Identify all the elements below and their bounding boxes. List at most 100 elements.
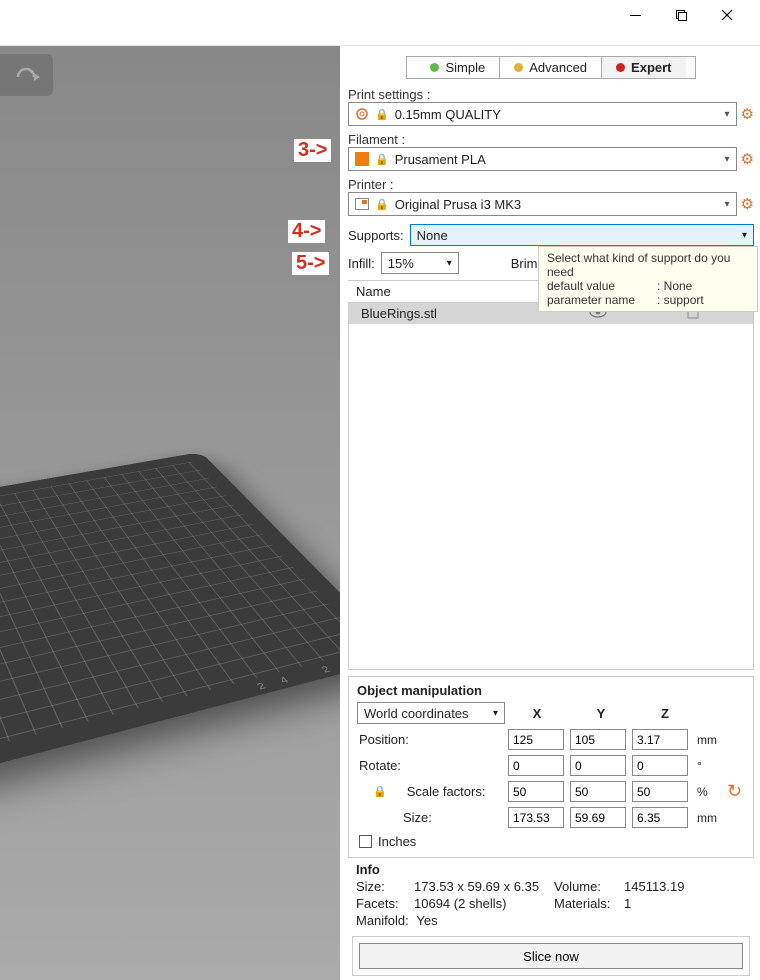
scale-z-input[interactable] bbox=[632, 781, 688, 802]
rotate-z-input[interactable] bbox=[632, 755, 688, 776]
tooltip-default-value: : None bbox=[657, 279, 692, 293]
scale-y-input[interactable] bbox=[570, 781, 626, 802]
close-button[interactable] bbox=[704, 0, 750, 30]
position-unit: mm bbox=[691, 733, 721, 747]
size-y-input[interactable] bbox=[570, 807, 626, 828]
printer-icon bbox=[355, 198, 369, 210]
lock-icon[interactable]: 🔒 bbox=[373, 785, 387, 798]
info-volume-label: Volume: bbox=[554, 879, 624, 894]
chevron-down-icon: ▾ bbox=[725, 109, 730, 120]
brim-label: Brim: bbox=[511, 256, 541, 271]
info-title: Info bbox=[356, 862, 746, 877]
rotate-unit: ° bbox=[691, 759, 721, 773]
axis-x-header: X bbox=[505, 706, 569, 721]
mode-simple-label: Simple bbox=[445, 60, 485, 75]
supports-value: None bbox=[417, 228, 448, 243]
bed-ticks: 24 25 bbox=[255, 655, 340, 692]
object-name: BlueRings.stl bbox=[361, 306, 437, 321]
printer-value: Original Prusa i3 MK3 bbox=[395, 197, 521, 212]
print-settings-value: 0.15mm QUALITY bbox=[395, 107, 501, 122]
advanced-dot-icon bbox=[514, 63, 523, 72]
minimize-button[interactable] bbox=[612, 0, 658, 30]
tooltip-title: Select what kind of support do you need bbox=[547, 251, 749, 279]
filament-value: Prusament PLA bbox=[395, 152, 486, 167]
lock-icon: 🔒 bbox=[375, 108, 389, 121]
tooltip-param-label: parameter name bbox=[547, 293, 657, 307]
maximize-button[interactable] bbox=[658, 0, 704, 30]
print-settings-label: Print settings : bbox=[348, 87, 754, 102]
inches-checkbox[interactable] bbox=[359, 835, 372, 848]
coordinate-system-dropdown[interactable]: World coordinates ▾ bbox=[357, 702, 505, 724]
scale-x-input[interactable] bbox=[508, 781, 564, 802]
position-label: Position: bbox=[357, 732, 505, 747]
info-materials-label: Materials: bbox=[554, 896, 624, 911]
position-y-input[interactable] bbox=[570, 729, 626, 750]
size-label: Size: bbox=[357, 810, 505, 825]
printer-dropdown[interactable]: 🔒 Original Prusa i3 MK3 ▾ bbox=[348, 192, 737, 216]
infill-dropdown[interactable]: 15% ▾ bbox=[381, 252, 459, 274]
gear-icon bbox=[355, 107, 369, 121]
reset-scale-icon[interactable]: ↻ bbox=[727, 781, 742, 802]
annotation-3: 3-> bbox=[294, 139, 331, 162]
chevron-down-icon: ▾ bbox=[742, 230, 747, 241]
info-manifold-value: Yes bbox=[416, 913, 437, 928]
info-manifold-label: Manifold: bbox=[356, 913, 409, 928]
supports-label: Supports: bbox=[348, 228, 404, 243]
size-z-input[interactable] bbox=[632, 807, 688, 828]
info-facets-label: Facets: bbox=[356, 896, 414, 911]
info-volume-value: 145113.19 bbox=[624, 879, 714, 894]
mode-tabs: Simple Advanced Expert bbox=[406, 56, 696, 79]
scale-unit: % bbox=[691, 785, 721, 799]
filament-label: Filament : bbox=[348, 132, 754, 147]
info-materials-value: 1 bbox=[624, 896, 714, 911]
axis-z-header: Z bbox=[633, 706, 697, 721]
infill-value: 15% bbox=[388, 256, 414, 271]
rotate-x-input[interactable] bbox=[508, 755, 564, 776]
print-settings-dropdown[interactable]: 🔒 0.15mm QUALITY ▾ bbox=[348, 102, 737, 126]
mode-simple[interactable]: Simple bbox=[416, 57, 499, 78]
chevron-down-icon: ▾ bbox=[493, 708, 498, 719]
scale-label: 🔒 Scale factors: bbox=[357, 784, 505, 799]
annotation-4: 4-> bbox=[288, 220, 325, 243]
inches-label: Inches bbox=[378, 834, 416, 849]
tooltip-default-label: default value bbox=[547, 279, 657, 293]
object-manipulation-title: Object manipulation bbox=[357, 683, 745, 698]
mode-advanced[interactable]: Advanced bbox=[499, 57, 601, 78]
object-list: BlueRings.stl bbox=[348, 303, 754, 670]
redo-button[interactable] bbox=[0, 54, 53, 96]
position-z-input[interactable] bbox=[632, 729, 688, 750]
info-size-value: 173.53 x 59.69 x 6.35 bbox=[414, 879, 554, 894]
print-bed: a 24 25 bbox=[0, 452, 340, 780]
size-x-input[interactable] bbox=[508, 807, 564, 828]
tooltip-param-value: : support bbox=[657, 293, 704, 307]
rotate-label: Rotate: bbox=[357, 758, 505, 773]
coordinate-system-value: World coordinates bbox=[364, 706, 469, 721]
3d-viewport[interactable]: a 24 25 bbox=[0, 46, 340, 980]
info-size-label: Size: bbox=[356, 879, 414, 894]
print-settings-gear-icon[interactable]: ⚙ bbox=[741, 105, 754, 123]
mode-expert-label: Expert bbox=[631, 60, 671, 75]
supports-tooltip: Select what kind of support do you need … bbox=[538, 246, 758, 312]
info-facets-value: 10694 (2 shells) bbox=[414, 896, 554, 911]
filament-gear-icon[interactable]: ⚙ bbox=[741, 150, 754, 168]
axis-y-header: Y bbox=[569, 706, 633, 721]
info-section: Info Size: 173.53 x 59.69 x 6.35 Volume:… bbox=[348, 858, 754, 932]
printer-gear-icon[interactable]: ⚙ bbox=[741, 195, 754, 213]
lock-icon: 🔒 bbox=[375, 153, 389, 166]
position-x-input[interactable] bbox=[508, 729, 564, 750]
size-unit: mm bbox=[691, 811, 721, 825]
supports-dropdown[interactable]: None ▾ bbox=[410, 224, 754, 246]
chevron-down-icon: ▾ bbox=[725, 199, 730, 210]
rotate-y-input[interactable] bbox=[570, 755, 626, 776]
slice-now-button[interactable]: Slice now bbox=[359, 943, 743, 969]
object-manipulation-section: Object manipulation World coordinates ▾ … bbox=[348, 676, 754, 858]
mode-expert[interactable]: Expert bbox=[601, 57, 685, 78]
chevron-down-icon: ▾ bbox=[447, 258, 452, 269]
filament-dropdown[interactable]: 🔒 Prusament PLA ▾ bbox=[348, 147, 737, 171]
printer-label: Printer : bbox=[348, 177, 754, 192]
simple-dot-icon bbox=[430, 63, 439, 72]
filament-swatch-icon bbox=[355, 152, 369, 166]
annotation-5: 5-> bbox=[292, 252, 329, 275]
mode-advanced-label: Advanced bbox=[529, 60, 587, 75]
expert-dot-icon bbox=[616, 63, 625, 72]
